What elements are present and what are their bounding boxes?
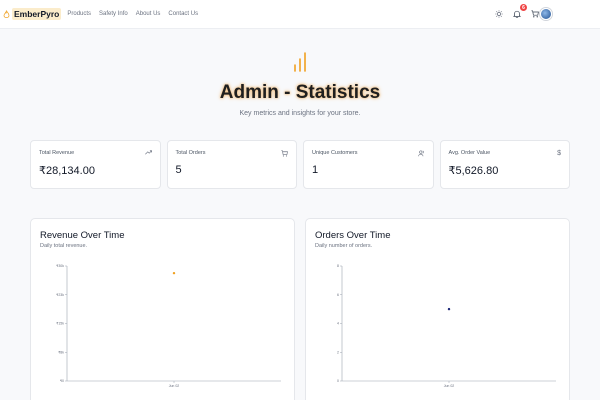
stat-label: Total Revenue xyxy=(39,150,75,156)
user-avatar[interactable] xyxy=(540,8,552,20)
page-title: Admin - Statistics xyxy=(219,82,381,103)
notification-badge: 6 xyxy=(520,4,527,11)
stat-value: ₹28,134.00 xyxy=(39,165,95,177)
nav-link-contact-us[interactable]: Contact Us xyxy=(168,11,198,17)
nav-link-about-us[interactable]: About Us xyxy=(136,11,161,17)
orders-chart-panel: Orders Over Time Daily number of orders.… xyxy=(305,218,570,400)
stat-label: Avg. Order Value xyxy=(448,150,491,156)
stat-card-unique-customers: Unique Customers 1 xyxy=(303,140,434,189)
nav-link-safety-info[interactable]: Safety Info xyxy=(99,11,128,17)
nav-link-products[interactable]: Products xyxy=(67,11,91,17)
stats-cards: Total Revenue ₹28,134.00 Total Orders 5 … xyxy=(30,140,570,189)
data-point xyxy=(447,307,451,311)
y-tick-label: ₹8k xyxy=(58,350,64,354)
theme-toggle-sun-icon[interactable] xyxy=(494,9,504,19)
y-tick-label: 4 xyxy=(337,322,339,326)
orders-chart: 0 2 4 6 8 Jun 02 xyxy=(337,264,556,388)
nav-links: Products Safety Info About Us Contact Us xyxy=(67,11,206,17)
y-tick-label: ₹23k xyxy=(56,293,64,297)
stat-label: Total Orders xyxy=(175,150,206,156)
stat-card-total-revenue: Total Revenue ₹28,134.00 xyxy=(30,140,161,189)
cart-icon xyxy=(281,150,288,159)
navbar: EmberPyro Products Safety Info About Us … xyxy=(0,0,600,29)
page-header: Admin - Statistics Key metrics and insig… xyxy=(0,50,600,117)
y-tick-label: ₹15k xyxy=(56,322,64,326)
bell-icon[interactable]: 6 xyxy=(512,4,527,19)
stat-card-avg-order-value: Avg. Order Value ₹5,626.80 $ xyxy=(439,140,570,189)
brand-logo[interactable]: EmberPyro xyxy=(3,8,62,20)
y-tick-label: 6 xyxy=(337,293,339,297)
cart-icon[interactable] xyxy=(530,9,540,19)
stat-value: ₹5,626.80 xyxy=(448,165,499,177)
y-tick-label: 0 xyxy=(337,379,339,383)
flame-icon xyxy=(3,9,10,18)
nav-actions: 6 xyxy=(486,4,540,19)
y-tick-label: ₹0 xyxy=(60,379,64,383)
stat-card-total-orders: Total Orders 5 xyxy=(166,140,297,189)
trending-up-icon xyxy=(144,150,152,157)
y-tick-label: 2 xyxy=(337,350,339,354)
dollar-icon: $ xyxy=(557,150,561,157)
y-tick-label: ₹30k xyxy=(56,264,64,268)
x-tick-label: Jun 02 xyxy=(444,384,455,388)
x-tick-label: Jun 02 xyxy=(169,384,180,388)
revenue-chart: ₹0 ₹8k ₹15k ₹23k ₹30k Jun 02 xyxy=(56,264,281,388)
brand-name: EmberPyro xyxy=(12,8,62,20)
page-subtitle: Key metrics and insights for your store. xyxy=(239,110,361,117)
data-point xyxy=(172,271,176,275)
stat-value: 1 xyxy=(312,164,319,176)
y-tick-label: 8 xyxy=(337,264,339,268)
stat-value: 5 xyxy=(175,164,182,176)
users-icon xyxy=(417,150,425,159)
stat-label: Unique Customers xyxy=(312,150,358,156)
bar-chart-icon xyxy=(294,52,306,72)
revenue-chart-panel: Revenue Over Time Daily total revenue. ₹… xyxy=(30,218,295,400)
